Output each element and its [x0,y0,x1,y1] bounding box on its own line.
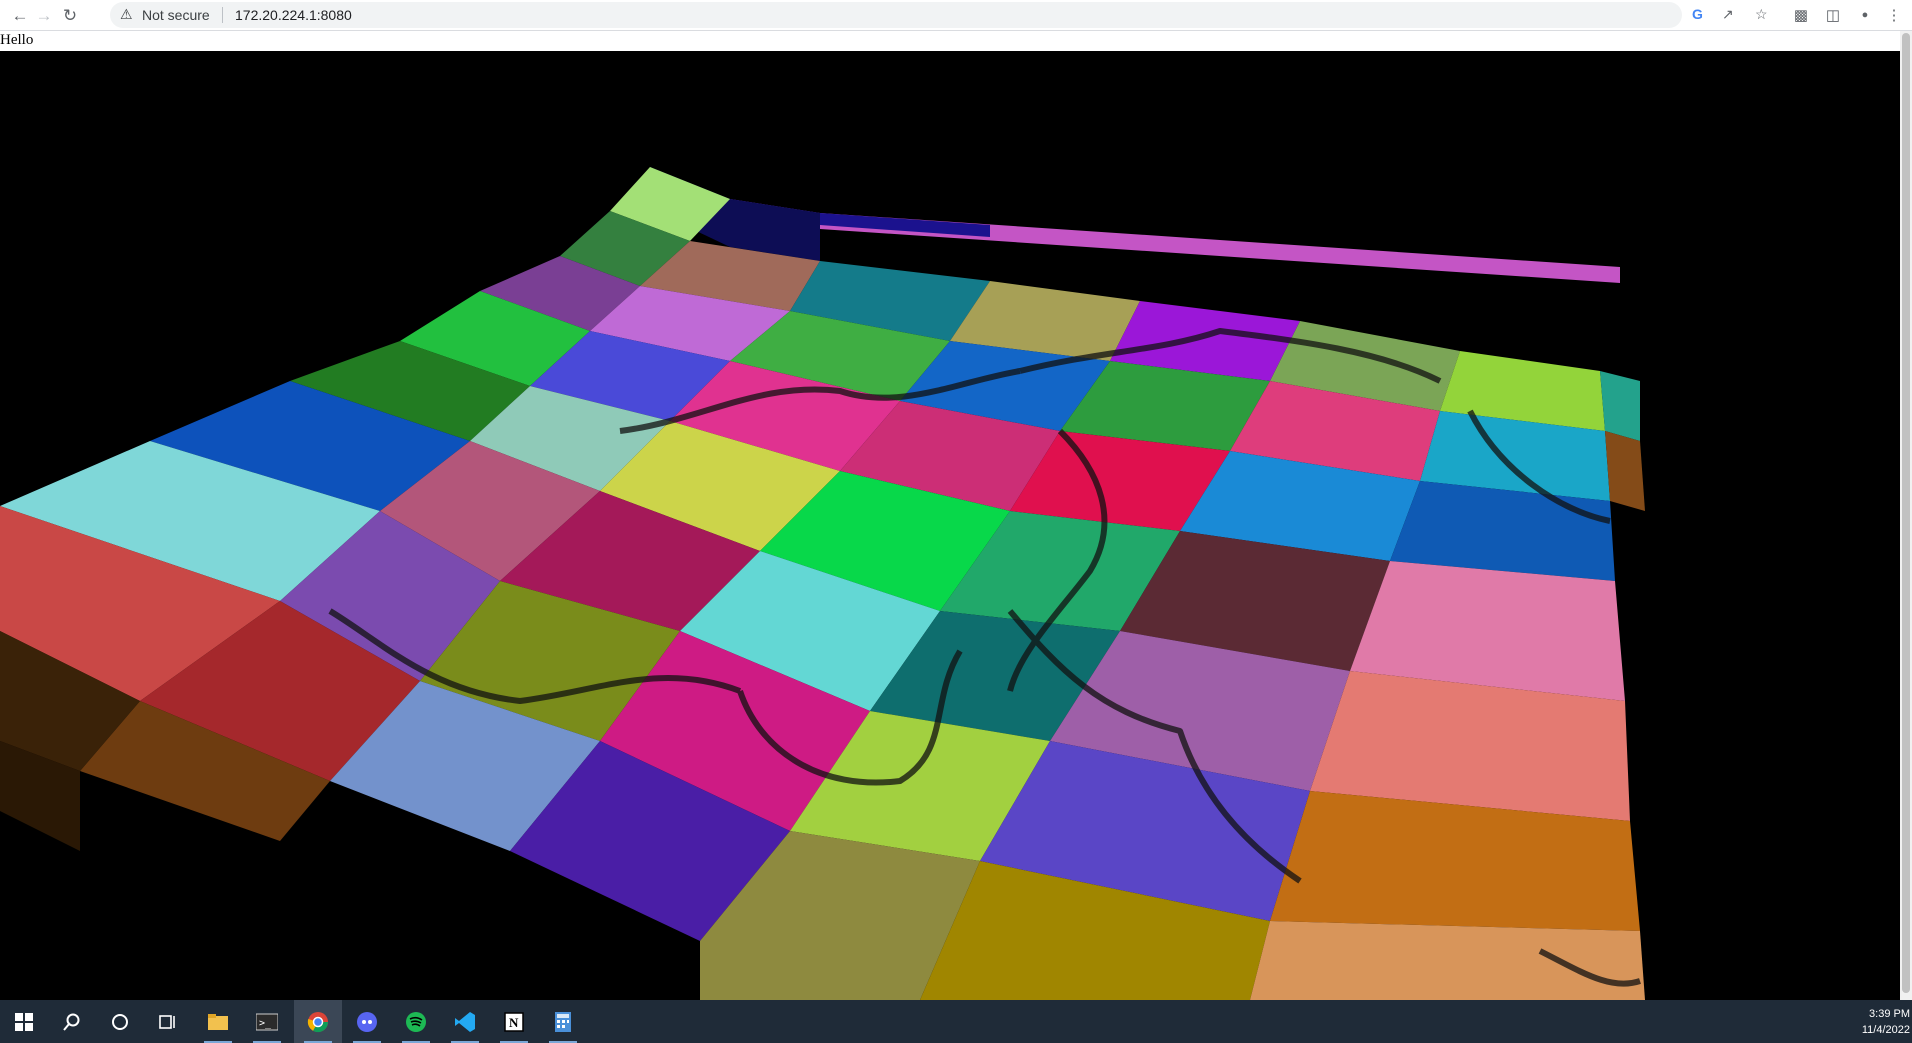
security-label[interactable]: Not secure [142,7,210,23]
share-icon[interactable]: ↗ [1722,6,1734,23]
search-icon[interactable] [48,1000,96,1043]
hello-bar: Hello [0,31,1900,51]
scrollbar-thumb[interactable] [1902,33,1910,993]
side-panel-icon[interactable]: ◫ [1823,5,1843,25]
file-explorer-icon[interactable] [194,1000,242,1043]
svg-text:>_: >_ [259,1018,272,1029]
browser-toolbar: ← → ↻ ⚠ Not secure 172.20.224.1:8080 G ↗… [0,0,1912,31]
address-bar[interactable]: ⚠ Not secure 172.20.224.1:8080 G ↗ ☆ [110,2,1768,28]
discord-icon[interactable] [343,1000,391,1043]
back-arrow-icon[interactable]: ← [9,4,31,26]
menu-icon[interactable]: ⋮ [1884,5,1904,25]
3d-terrain-canvas[interactable] [0,51,1900,1000]
clock-time: 3:39 PM [1869,1008,1910,1020]
page-heading: Hello [0,32,34,48]
svg-text:N: N [509,1015,519,1030]
page-viewport: Hello [0,31,1900,1000]
notion-icon[interactable]: N [490,1000,538,1043]
cortana-icon[interactable] [96,1000,144,1043]
extensions-icon[interactable]: ▩ [1791,5,1811,25]
forward-arrow-icon[interactable]: → [33,4,55,26]
windows-start-icon[interactable] [0,1000,48,1043]
chrome-icon[interactable] [294,1000,342,1043]
task-view-icon[interactable] [144,1000,192,1043]
calculator-icon[interactable] [539,1000,587,1043]
clock-date: 11/4/2022 [1861,1024,1910,1036]
bookmark-star-icon[interactable]: ☆ [1755,6,1768,23]
warning-icon[interactable]: ⚠ [120,6,133,23]
profile-icon[interactable]: ● [1855,5,1875,25]
vscode-icon[interactable] [441,1000,489,1043]
url-text[interactable]: 172.20.224.1:8080 [235,7,352,23]
terminal-icon[interactable]: >_ [243,1000,291,1043]
vertical-scrollbar[interactable] [1900,31,1912,1000]
google-icon[interactable]: G [1692,6,1703,22]
reload-icon[interactable]: ↻ [59,4,81,26]
windows-taskbar: >_ N 3:39 PM 11/4/2022 [0,1000,1912,1043]
spotify-icon[interactable] [392,1000,440,1043]
system-clock[interactable]: 3:39 PM 11/4/2022 [1862,1006,1910,1038]
omnibox-divider [222,7,223,23]
terrain-render[interactable] [0,51,1900,1000]
